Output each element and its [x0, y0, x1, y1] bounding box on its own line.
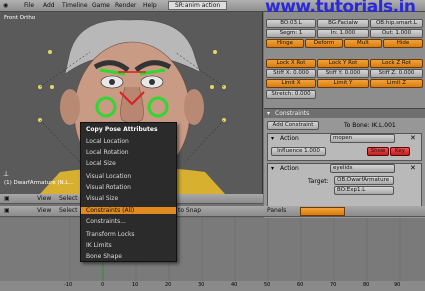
constraint-action-2: ▾ Action eyelids ✕ Target: OB:DwarfArmat…: [267, 163, 422, 211]
lock-x-rot-button[interactable]: Lock X Rot: [266, 59, 316, 68]
hinge-button[interactable]: Hinge: [266, 39, 304, 48]
menu-help[interactable]: Help: [143, 2, 157, 9]
bone-properties-panel: BO:03.L BG:Facialw OB:hip.smart.L Segm: …: [264, 12, 425, 222]
top-menu-bar: ◉ File Add Timeline Game Render Help SR:…: [0, 0, 425, 17]
constraints-header[interactable]: ▾ Constraints: [264, 108, 425, 118]
menu-timeline[interactable]: Timeline: [62, 2, 88, 9]
tick-label: 0: [101, 282, 105, 288]
show-button[interactable]: Show: [367, 147, 389, 156]
object-field[interactable]: OB:hip.smart.L: [370, 19, 423, 28]
tick-label: 10: [132, 282, 139, 288]
stiff-z-field[interactable]: Stiff Z: 0.000: [370, 69, 423, 78]
tick-label: 20: [165, 282, 172, 288]
stiff-x-field[interactable]: Stiff X: 0.000: [266, 69, 316, 78]
menu-item-local-size[interactable]: Local Size: [86, 160, 116, 167]
out-field[interactable]: Out: 1.000: [370, 29, 423, 38]
menu-item-transform-locks[interactable]: Transform Locks: [86, 231, 135, 238]
blender-logo-icon: ◉: [3, 2, 9, 9]
view-menu[interactable]: View: [37, 207, 51, 214]
snap-menu[interactable]: to Snap: [178, 207, 201, 214]
limit-x-button[interactable]: Limit X: [266, 79, 316, 88]
hide-button[interactable]: Hide: [383, 39, 423, 48]
tick-label: 40: [231, 282, 238, 288]
tick-label: 60: [297, 282, 304, 288]
segments-field[interactable]: Segm: 1: [266, 29, 316, 38]
key-button[interactable]: Key: [390, 147, 410, 156]
menu-add[interactable]: Add: [43, 2, 55, 9]
menu-item-ik-limits[interactable]: IK Limits: [86, 242, 112, 249]
menu-render[interactable]: Render: [115, 2, 136, 9]
menu-item-visual-location[interactable]: Visual Location: [86, 173, 131, 180]
constraints-title: Constraints: [275, 110, 310, 117]
tick-label: 90: [394, 282, 401, 288]
menu-item-local-location[interactable]: Local Location: [86, 138, 129, 145]
menu-title: Copy Pose Attributes: [86, 126, 158, 133]
select-menu[interactable]: Select: [59, 207, 78, 214]
expand-icon[interactable]: ▾: [271, 135, 274, 142]
influence-field[interactable]: Influence 1.000: [271, 147, 326, 156]
menu-file[interactable]: File: [24, 2, 34, 9]
lock-z-rot-button[interactable]: Lock Z Rot: [370, 59, 423, 68]
copy-pose-attributes-menu: Copy Pose Attributes Local Location Loca…: [80, 122, 177, 262]
limit-z-button[interactable]: Limit Z: [370, 79, 423, 88]
menu-item-constraints[interactable]: Constraints...: [86, 218, 126, 225]
to-bone-label: To Bone: IK.L.001: [344, 122, 396, 129]
target-label: Target:: [308, 178, 329, 185]
constraint-action-1: ▾ Action mopen ✕ Influence 1.000 Show Ke…: [267, 133, 422, 161]
close-icon[interactable]: ✕: [410, 134, 416, 142]
expand-icon[interactable]: ▾: [271, 165, 274, 172]
menu-item-constraints-all[interactable]: Constraints (All): [81, 207, 176, 214]
menu-item-visual-rotation[interactable]: Visual Rotation: [86, 184, 131, 191]
in-field[interactable]: In: 1.000: [317, 29, 369, 38]
constraint-name-field[interactable]: mopen: [330, 134, 395, 143]
target-bone-field[interactable]: BO:Exp1.L: [334, 186, 394, 195]
object-label: (1) DwarfArmature (N.L...: [4, 180, 74, 186]
tick-label: 50: [264, 282, 271, 288]
panels-menu[interactable]: Panels: [267, 207, 286, 214]
tick-label: 30: [198, 282, 205, 288]
stiff-y-field[interactable]: Stiff Y: 0.000: [317, 69, 369, 78]
bone-group-field[interactable]: BG:Facialw: [317, 19, 369, 28]
tick-label: 80: [363, 282, 370, 288]
timeline-header: ▣ View Select to Snap Panels: [0, 206, 425, 217]
view-menu[interactable]: View: [37, 195, 51, 202]
constraint-name-field[interactable]: eyelids: [330, 164, 395, 173]
axis-icon: ⊥: [3, 170, 10, 178]
constraint-type: Action: [280, 135, 299, 142]
panel-tabs[interactable]: [300, 207, 345, 216]
menu-item-visual-size[interactable]: Visual Size: [86, 195, 118, 202]
lock-y-rot-button[interactable]: Lock Y Rot: [317, 59, 369, 68]
bone-name-field[interactable]: BO:03.L: [266, 19, 316, 28]
close-icon[interactable]: ✕: [410, 164, 416, 172]
target-object-field[interactable]: OB:DwarfArmature: [334, 176, 394, 185]
select-menu[interactable]: Select: [59, 195, 78, 202]
timeline-area[interactable]: -10 0 10 20 30 40 50 60 70 80 90: [0, 218, 425, 291]
mult-button[interactable]: Mult: [344, 39, 382, 48]
constraint-type: Action: [280, 165, 299, 172]
menu-item-local-rotation[interactable]: Local Rotation: [86, 149, 129, 156]
tick-label: 70: [330, 282, 337, 288]
limit-y-button[interactable]: Limit Y: [317, 79, 369, 88]
editor-type-icon[interactable]: ▣: [4, 207, 10, 214]
menu-game[interactable]: Game: [92, 2, 110, 9]
collapse-triangle-icon[interactable]: ▾: [267, 110, 270, 117]
deform-button[interactable]: Deform: [305, 39, 343, 48]
editor-type-icon[interactable]: ▣: [4, 195, 10, 202]
stretch-field[interactable]: Stretch: 0.000: [266, 90, 316, 99]
tick-label: -10: [64, 282, 73, 288]
menu-item-bone-shape[interactable]: Bone Shape: [86, 253, 122, 260]
frame-ruler: -10 0 10 20 30 40 50 60 70 80 90: [0, 281, 425, 291]
add-constraint-button[interactable]: Add Constraint: [267, 121, 319, 130]
screen-selector[interactable]: SR:anim action: [168, 1, 228, 10]
